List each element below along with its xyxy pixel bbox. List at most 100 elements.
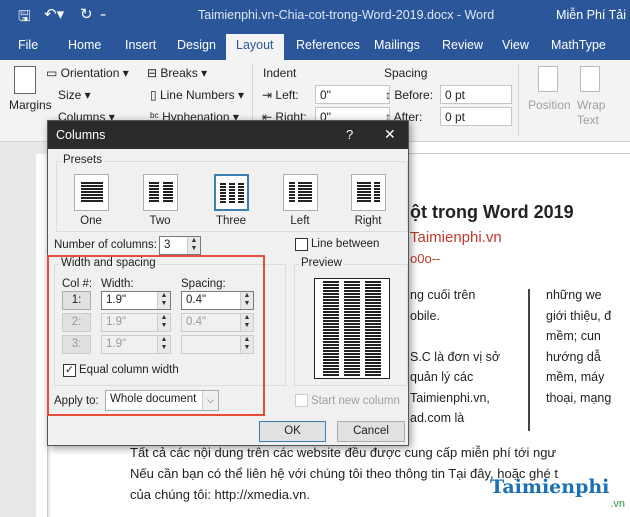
margins-icon xyxy=(14,66,36,94)
tab-layout[interactable]: Layout xyxy=(226,34,284,60)
customize-toolbar-icon[interactable]: ₌ xyxy=(100,6,106,20)
preset-one[interactable] xyxy=(74,174,109,211)
preset-label: Left xyxy=(290,215,310,227)
indent-left-input[interactable]: 0" xyxy=(315,85,390,104)
doc-column-line: giới thiệu, đ xyxy=(546,308,612,323)
watermark-logo: Taimienphi .vn xyxy=(490,476,625,512)
ok-button[interactable]: OK xyxy=(259,421,326,442)
number-of-columns-input[interactable]: 3 ▲ ▼ xyxy=(159,236,201,255)
preset-column-icon xyxy=(298,182,312,203)
dialog-title-bar[interactable]: Columns ? ✕ xyxy=(48,121,408,149)
position-icon xyxy=(538,66,558,92)
user-name[interactable]: Miễn Phí Tải xyxy=(556,8,626,22)
spacing-after-input[interactable]: 0 pt xyxy=(440,107,512,126)
doc-column-line: thoại, mạng xyxy=(546,390,612,405)
undo-icon[interactable]: ↶▾ xyxy=(44,5,64,23)
tab-design[interactable]: Design xyxy=(177,38,216,52)
size-button[interactable]: Size ▾ xyxy=(58,88,91,102)
indent-left-label: ⇥ Left: xyxy=(262,88,299,102)
line-numbers-label: Line Numbers xyxy=(159,88,235,102)
preview-image xyxy=(314,278,390,379)
orientation-label: Orientation xyxy=(60,66,120,80)
preset-label: Right xyxy=(354,215,382,227)
columns-dialog: Columns ? ✕ Presets One Two Three Left Right… xyxy=(47,120,409,446)
watermark-logo-suffix: .vn xyxy=(610,498,625,510)
preset-column-icon xyxy=(289,182,295,203)
preview-column xyxy=(323,281,339,376)
preset-column-icon xyxy=(229,183,235,204)
margins-button[interactable]: Margins xyxy=(9,98,52,112)
save-icon[interactable]: 🖫 xyxy=(18,6,31,31)
tab-mathtype[interactable]: MathType xyxy=(551,38,606,52)
preset-column-icon xyxy=(220,183,226,204)
window-title: Taimienphi.vn-Chia-cot-trong-Word-2019.d… xyxy=(198,8,495,22)
start-new-column-checkbox[interactable] xyxy=(295,394,308,407)
help-button[interactable]: ? xyxy=(346,127,353,142)
preset-right[interactable] xyxy=(351,174,386,211)
tab-references[interactable]: References xyxy=(296,38,360,52)
preset-two[interactable] xyxy=(143,174,178,211)
column-line xyxy=(528,289,530,431)
tab-review[interactable]: Review xyxy=(442,38,483,52)
title-bar: 🖫 ↶▾ ↻ ₌ Taimienphi.vn-Chia-cot-trong-Wo… xyxy=(0,0,630,31)
wrap-button[interactable]: Wrap xyxy=(577,98,605,112)
number-of-columns-value: 3 xyxy=(164,239,171,251)
doc-column-line: ng cuối trên xyxy=(410,288,476,302)
spacing-before-label: ↕ Before: xyxy=(385,88,434,102)
spacing-before-input[interactable]: 0 pt xyxy=(440,85,512,104)
before-label: Before: xyxy=(394,88,434,102)
doc-subtitle: Taimienphi.vn xyxy=(410,229,502,246)
doc-heading: ột trong Word 2019 xyxy=(410,202,574,222)
close-button[interactable]: ✕ xyxy=(384,126,396,143)
spinner[interactable]: ▲ ▼ xyxy=(187,237,200,254)
cancel-button[interactable]: Cancel xyxy=(337,421,405,442)
highlight-box xyxy=(47,255,265,416)
wrap-text-label: Text xyxy=(577,113,600,127)
preset-column-icon xyxy=(374,182,380,203)
doc-column-line: mềm, máy xyxy=(546,370,605,384)
preset-left[interactable] xyxy=(283,174,318,211)
doc-line: Tất cả các nội dung trên các website đều… xyxy=(130,445,557,460)
tab-insert[interactable]: Insert xyxy=(125,38,156,52)
position-button[interactable]: Position xyxy=(528,98,571,112)
doc-column-line: hướng dẫ xyxy=(546,349,601,364)
wrap-text-icon xyxy=(580,66,600,92)
ribbon-tabs: File Home Insert Design Layout Reference… xyxy=(0,31,630,60)
number-of-columns-label: Number of columns: xyxy=(54,239,157,251)
orientation-button[interactable]: ▭ Orientation ▾ xyxy=(46,66,129,80)
preset-column-icon xyxy=(357,182,371,203)
preview-column xyxy=(344,281,360,376)
line-between-label: Line between xyxy=(311,238,380,250)
tab-file[interactable]: File xyxy=(18,38,38,52)
preset-column-icon xyxy=(149,182,159,203)
doc-column-line: những we xyxy=(546,288,602,302)
indent-label: Indent xyxy=(263,66,297,80)
preset-label: Three xyxy=(215,215,247,227)
preview-label: Preview xyxy=(299,257,344,269)
preset-label: One xyxy=(80,215,102,227)
left-label: Left: xyxy=(275,88,299,102)
preset-column-icon xyxy=(238,183,244,204)
redo-icon[interactable]: ↻ xyxy=(80,5,93,23)
size-label: Size xyxy=(58,88,82,102)
presets-label: Presets xyxy=(61,154,104,166)
ribbon-divider xyxy=(518,64,519,136)
spacing-label: Spacing xyxy=(384,66,428,80)
tab-home[interactable]: Home xyxy=(68,38,101,52)
breaks-label: Breaks xyxy=(160,66,198,80)
doc-column-line: obile. xyxy=(410,308,440,323)
line-numbers-button[interactable]: ▯ Line Numbers ▾ xyxy=(150,88,244,102)
line-between-checkbox[interactable] xyxy=(295,238,308,251)
tab-mailings[interactable]: Mailings xyxy=(374,38,420,52)
start-new-column-label: Start new column xyxy=(311,395,400,407)
preset-three[interactable] xyxy=(214,174,249,211)
preview-column xyxy=(365,281,381,376)
doc-column-line: Taimienphi.vn, xyxy=(410,390,490,405)
dialog-title: Columns xyxy=(56,128,106,142)
preset-column-icon xyxy=(163,182,173,203)
breaks-button[interactable]: ⊟ Breaks ▾ xyxy=(147,66,207,80)
preset-column-icon xyxy=(81,182,103,203)
doc-column-line: mềm; cun xyxy=(546,329,601,343)
doc-column-line: ad.com là xyxy=(410,411,465,425)
tab-view[interactable]: View xyxy=(502,38,529,52)
